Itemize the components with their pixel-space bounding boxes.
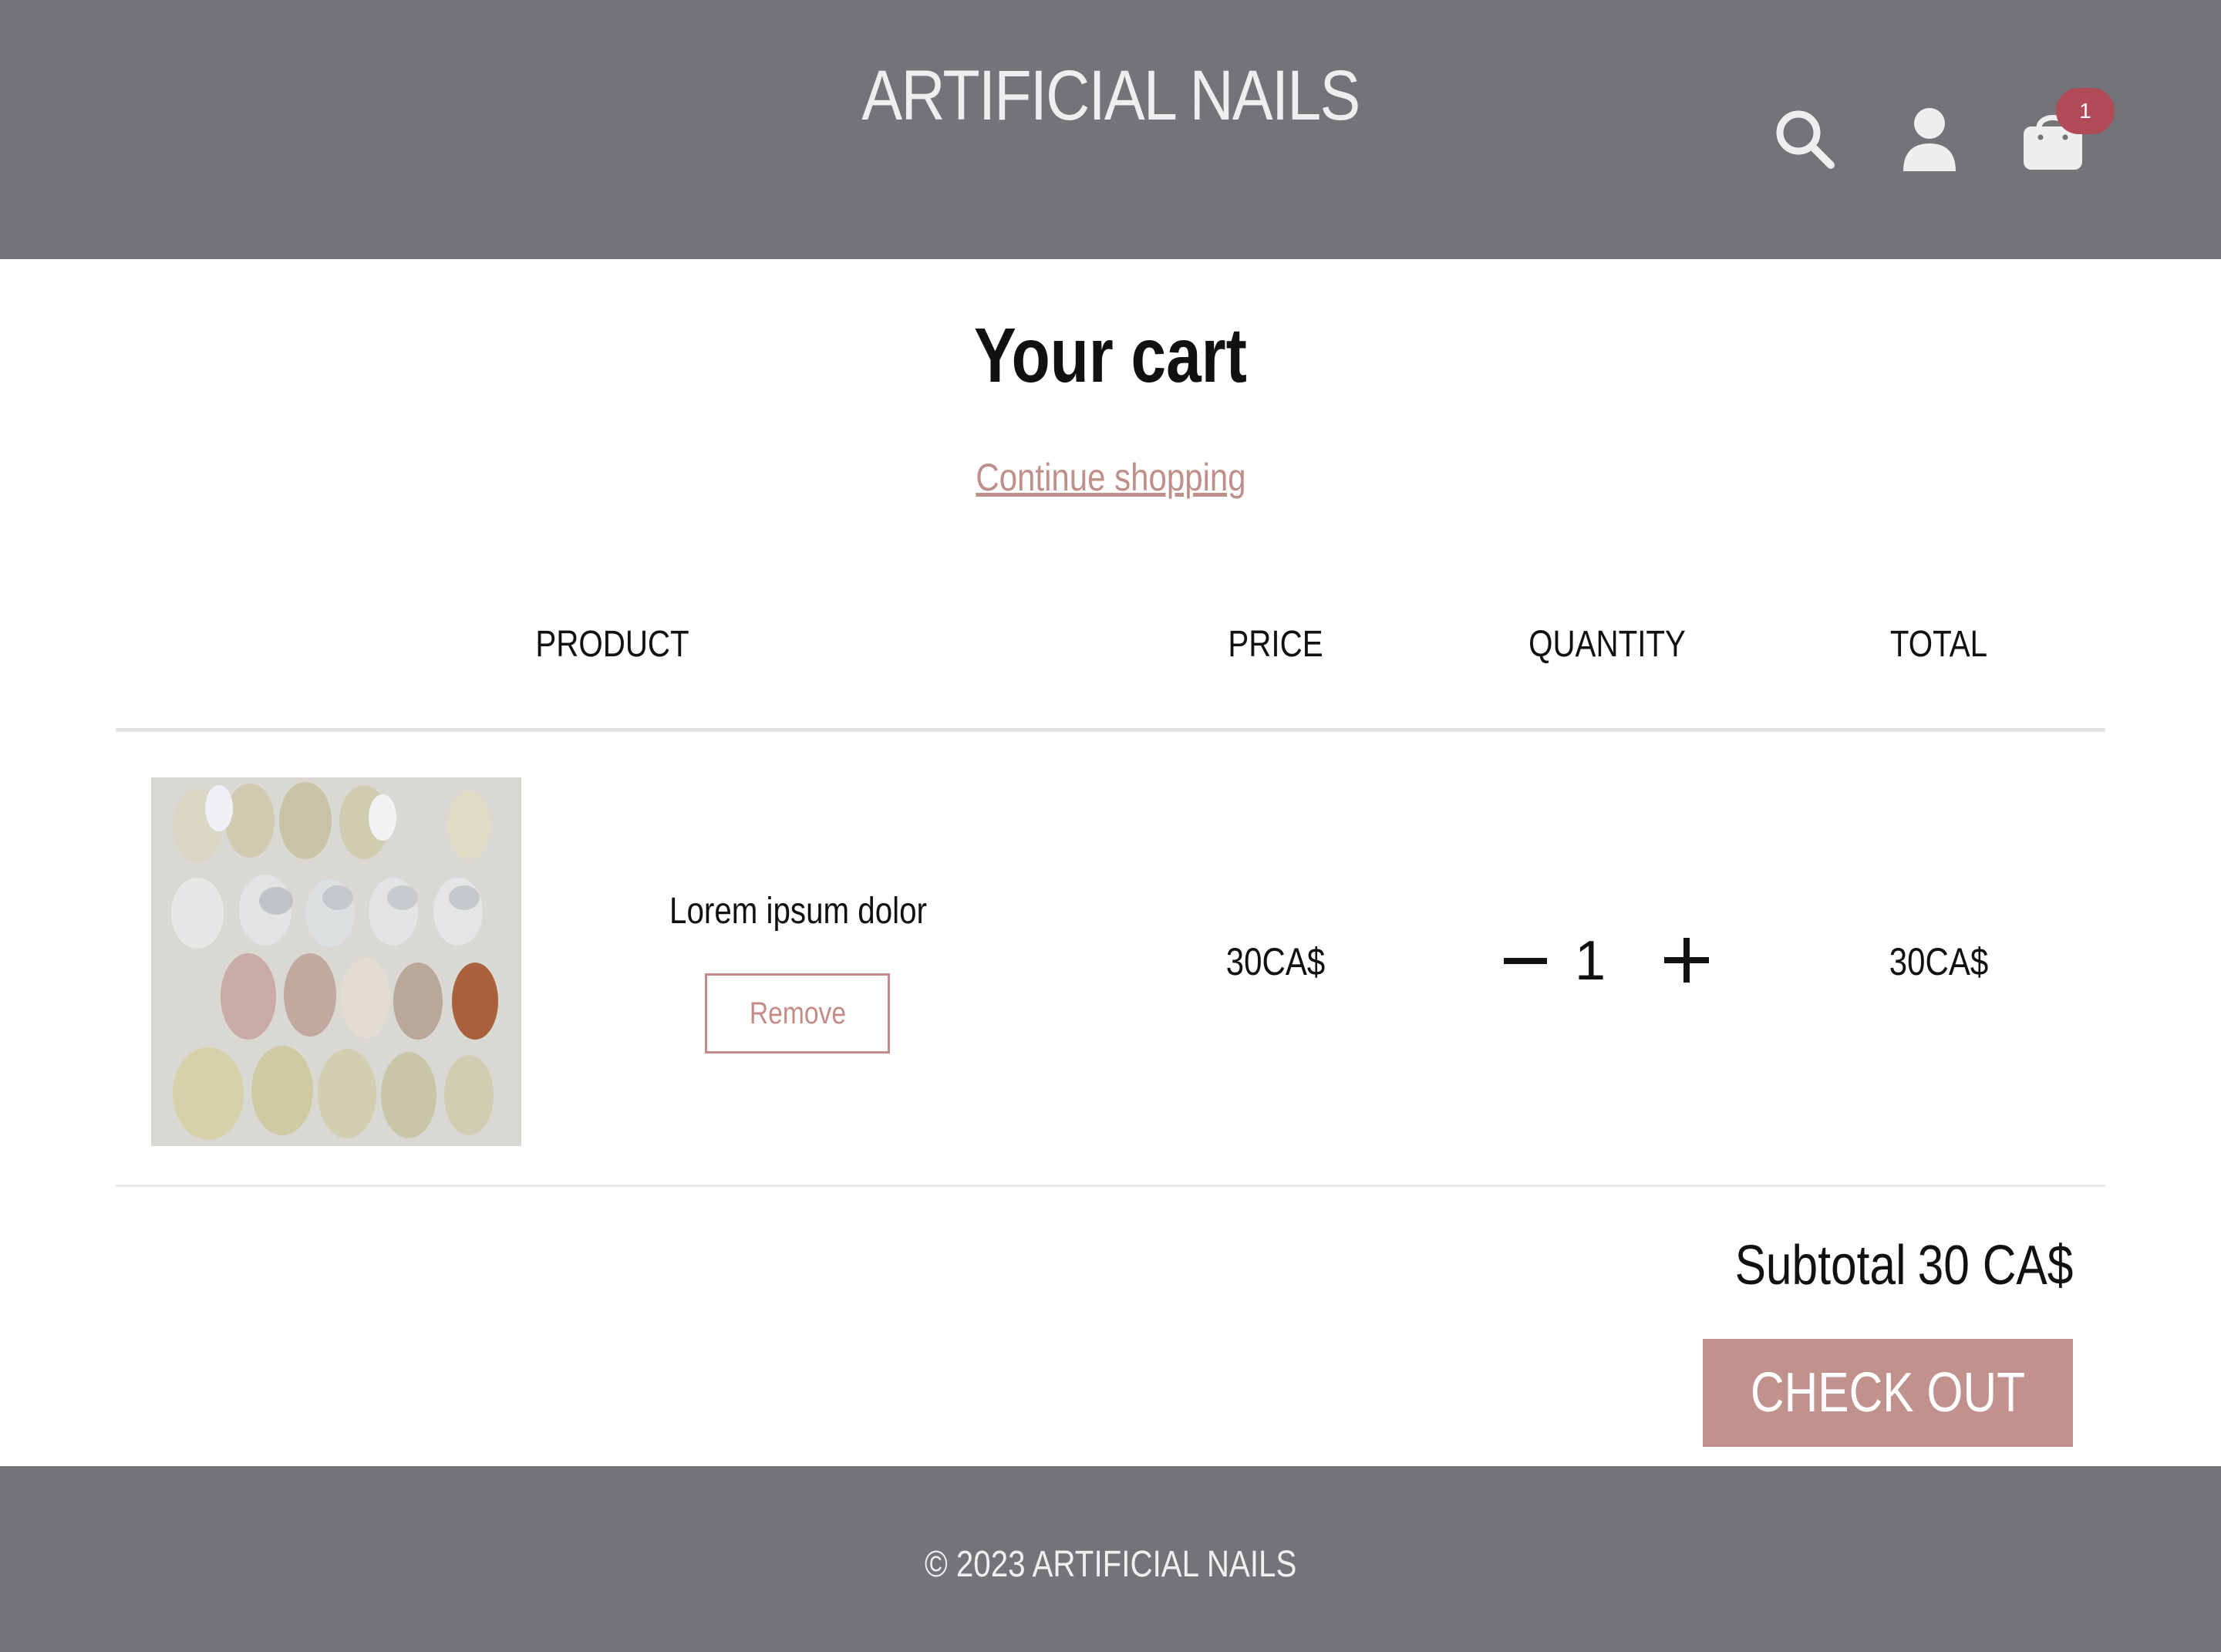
table-footer-divider — [116, 1185, 2105, 1187]
continue-shopping-wrapper: Continue shopping — [0, 455, 2221, 500]
account-icon[interactable] — [1900, 106, 1959, 171]
remove-button[interactable]: Remove — [705, 973, 890, 1054]
product-image[interactable] — [151, 777, 521, 1146]
subtotal-label: Subtotal — [1734, 1235, 1906, 1296]
column-header-product: PRODUCT — [535, 624, 689, 665]
quantity-value[interactable]: 1 — [1575, 929, 1606, 993]
footer-copyright-wrapper: © 2023 ARTIFICIAL NAILS — [0, 1543, 2221, 1586]
checkout-button-label: CHECK OUT — [1750, 1362, 2026, 1424]
cart-count-badge: 1 — [2056, 88, 2115, 134]
continue-shopping-link[interactable]: Continue shopping — [976, 455, 1245, 500]
table-header-divider — [116, 728, 2105, 732]
page-title: Your cart — [974, 312, 1247, 399]
quantity-decrease-button[interactable] — [1499, 933, 1552, 987]
product-name[interactable]: Lorem ipsum dolor — [669, 890, 927, 932]
subtotal: Subtotal 30 CA$ — [1734, 1234, 2073, 1297]
column-header-total: TOTAL — [1889, 624, 1988, 665]
column-header-price: PRICE — [1228, 624, 1323, 665]
search-icon[interactable] — [1774, 108, 1835, 170]
footer-copyright: © 2023 ARTIFICIAL NAILS — [924, 1544, 1297, 1585]
remove-button-label: Remove — [749, 996, 846, 1030]
checkout-button[interactable]: CHECK OUT — [1703, 1339, 2073, 1447]
subtotal-amount: 30 CA$ — [1917, 1235, 2073, 1296]
quantity-increase-button[interactable] — [1660, 933, 1714, 987]
item-total: 30CA$ — [1889, 940, 1989, 983]
site-header: ARTIFICIAL NAILS — [0, 0, 2221, 259]
column-header-quantity: QUANTITY — [1528, 624, 1686, 665]
item-price: 30CA$ — [1225, 940, 1326, 983]
site-footer: © 2023 ARTIFICIAL NAILS — [0, 1466, 2221, 1652]
